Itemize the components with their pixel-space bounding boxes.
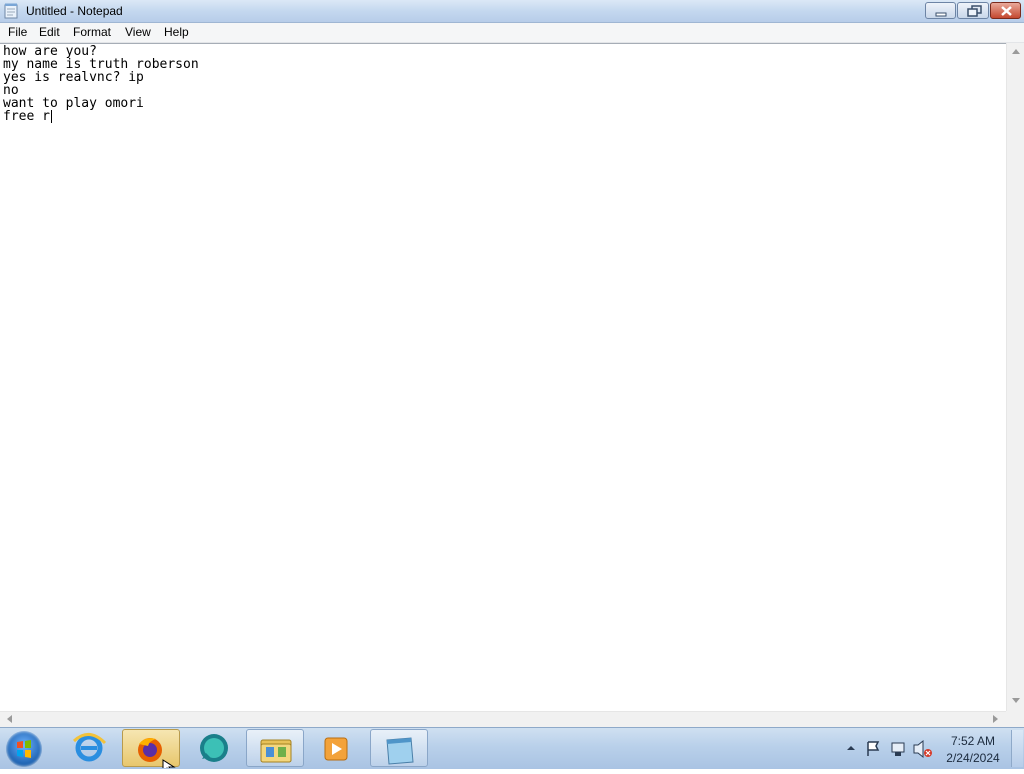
text-line: free r <box>3 109 50 124</box>
show-desktop-button[interactable] <box>1011 730 1023 767</box>
taskbar-media-player[interactable] <box>308 729 366 767</box>
scroll-left-arrow[interactable] <box>7 715 12 723</box>
minimize-button[interactable] <box>925 2 956 19</box>
taskbar-notepad[interactable] <box>370 729 428 767</box>
tray-icons <box>847 739 932 759</box>
volume-muted-icon <box>913 739 924 759</box>
taskbar-chat-app[interactable] <box>184 729 242 767</box>
restore-button[interactable] <box>957 2 989 19</box>
scroll-down-arrow[interactable] <box>1012 698 1020 703</box>
taskbar-file-explorer[interactable] <box>246 729 304 767</box>
scroll-up-arrow[interactable] <box>1012 49 1020 54</box>
action-center-flag-icon <box>867 741 880 756</box>
start-button[interactable] <box>6 731 42 767</box>
close-icon <box>1001 6 1012 16</box>
menu-view[interactable]: View <box>123 25 153 39</box>
notepad-icon <box>4 3 18 19</box>
taskbar-firefox[interactable] <box>122 729 180 774</box>
text-line: yes is realvnc? ip <box>3 70 144 85</box>
file-explorer-icon <box>260 739 292 763</box>
notepad-icon <box>386 737 414 765</box>
menu-format[interactable]: Format <box>71 25 113 39</box>
menu-help[interactable]: Help <box>162 25 191 39</box>
show-hidden-icons-icon <box>847 746 855 750</box>
menu-edit[interactable]: Edit <box>37 25 62 39</box>
internet-explorer-icon <box>72 733 107 762</box>
horizontal-scrollbar[interactable] <box>0 711 1006 727</box>
scroll-right-arrow[interactable] <box>993 715 998 723</box>
system-tray <box>840 728 935 769</box>
minimize-icon <box>935 12 947 17</box>
close-button[interactable] <box>990 2 1021 19</box>
taskbar-internet-explorer[interactable] <box>60 729 118 767</box>
clock-time[interactable]: 7:52 AM <box>940 734 1006 748</box>
menu-file[interactable]: File <box>6 25 29 39</box>
taskbar: 7:52 AM 2/24/2024 <box>0 727 1024 774</box>
media-player-icon <box>324 737 348 761</box>
window-title: Untitled - Notepad <box>26 4 123 18</box>
firefox-icon <box>138 738 176 774</box>
clock-date[interactable]: 2/24/2024 <box>940 751 1006 765</box>
text-editor[interactable]: how are you? my name is truth roberson y… <box>0 43 1006 711</box>
restore-icon <box>967 5 982 17</box>
title-bar[interactable]: Untitled - Notepad <box>0 0 1024 23</box>
vertical-scrollbar[interactable] <box>1006 43 1024 711</box>
windows-logo-icon <box>17 740 31 758</box>
scrollbar-corner <box>1006 711 1024 727</box>
network-icon <box>891 742 905 753</box>
menu-bar: File Edit Format View Help <box>0 23 1024 43</box>
text-caret <box>51 110 52 123</box>
chat-app-icon <box>200 734 228 762</box>
